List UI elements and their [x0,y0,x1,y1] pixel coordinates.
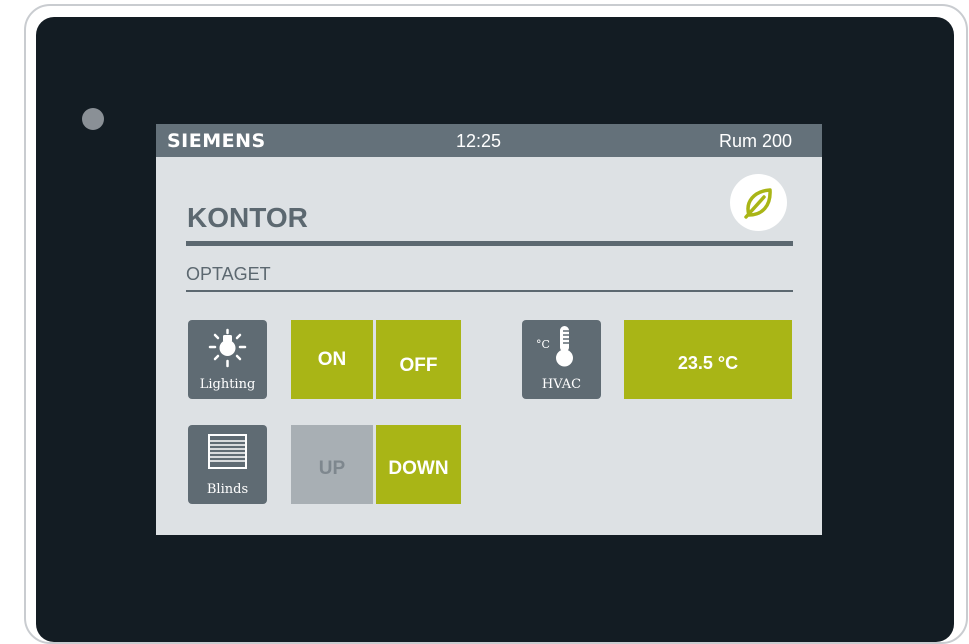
touch-screen: SIEMENS 12:25 Rum 200 KONTOR OPTAGET Lig… [156,124,822,535]
brand-logo: SIEMENS [167,130,266,152]
light-bulb-icon [208,328,247,368]
blinds-up-button[interactable]: UP [291,425,373,504]
celsius-icon-label: °C [536,338,550,351]
proximity-sensor [82,108,104,130]
hvac-label: HVAC [541,377,582,392]
thermometer-icon [556,326,573,367]
hvac-tile[interactable]: °C HVAC [522,320,601,399]
lighting-on-button[interactable]: ON [291,320,373,399]
eco-mode-button[interactable] [730,174,787,231]
blinds-icon [208,434,247,469]
leaf-icon [744,188,772,219]
blinds-tile[interactable]: Blinds [188,425,267,504]
lighting-tile[interactable]: Lighting [188,320,267,399]
blinds-down-button[interactable]: DOWN [376,425,461,504]
status-bar: SIEMENS 12:25 Rum 200 [156,124,822,157]
temperature-setpoint-display[interactable]: 23.5 °C [624,320,792,399]
page-title: KONTOR [187,202,308,233]
room-number: Rum 200 [718,131,792,151]
occupancy-status: OPTAGET [186,264,271,284]
clock: 12:25 [456,131,502,151]
status-divider [186,290,793,292]
lighting-label: Lighting [199,377,256,392]
lighting-off-button[interactable]: OFF [376,320,461,399]
blinds-label: Blinds [206,482,249,497]
title-divider [186,241,793,246]
